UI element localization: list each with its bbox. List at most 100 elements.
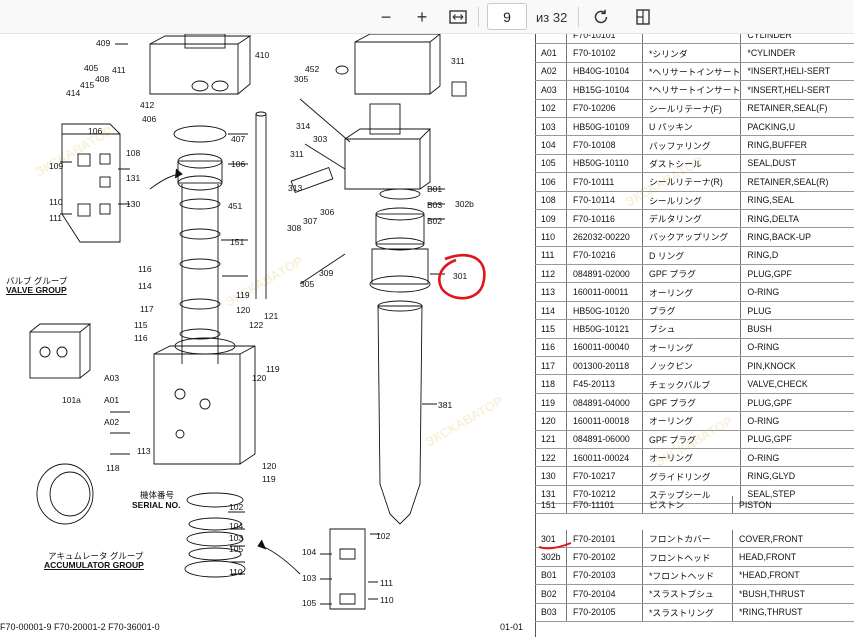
part-name-cell: RING,D [740,246,854,266]
fit-width-button[interactable] [445,4,471,30]
table-row: A03 HB15G-10104 *ヘリサートインサート *INSERT,HELI-SE… [535,80,854,100]
callout-label: 302b [455,199,474,209]
part-name-jp-cell: D リング [642,246,742,266]
part-number-cell: 103 [535,117,567,137]
callout-label: 119 [236,290,250,300]
callout-label: 305 [294,74,309,84]
callout-label: A02 [104,417,120,427]
callout-label: A01 [104,395,120,405]
callout-label: 305 [300,279,315,289]
callout-label: 104 [302,547,317,557]
part-name-jp-cell: グライドリング [642,466,742,486]
table-row: B01 F70-20103 *フロントヘッド *HEAD,FRONT [535,566,854,586]
callout-label: 113 [137,446,151,456]
part-code-cell: HB50G-10121 [566,319,643,339]
exploded-parts-diagram: 409 405 415 408 411 414 412 406 410 106 … [0,34,535,637]
part-code-cell: F70-20101 [566,530,643,549]
part-name-jp-cell: *ヘリサートインサート [642,62,742,82]
part-number-cell: 120 [535,411,567,431]
callout-label: 106 [231,159,246,169]
part-number-cell: A03 [535,80,567,100]
callout-label: 108 [126,148,141,158]
page-view-button[interactable] [630,4,656,30]
part-code-cell: 160011-00011 [566,282,643,302]
part-name-jp-cell: ピストン [642,496,733,515]
part-code-cell: 160011-00024 [566,448,643,468]
parts-table-upper: F70-10101 CYLINDER A01 F70-10102 *シリンダ *CYLIN… [535,34,854,505]
part-code-cell: F70-20103 [566,566,643,586]
part-number-cell: B01 [535,566,567,586]
table-row: 110 262032-00220 バックアップリング RING,BACK-UP [535,227,854,247]
accumulator-label: ACCUMULATOR GROUP [44,560,144,570]
part-code-cell: HB15G-10104 [566,80,643,100]
callout-label: 303 [313,134,328,144]
table-row: 121 084891-06000 GPF プラグ PLUG,GPF [535,430,854,449]
part-code-cell: F70-11101 [566,496,643,515]
page-view-icon [636,9,650,25]
callout-label: 102 [376,531,391,541]
minus-icon: − [380,7,392,27]
part-number-cell: A02 [535,62,567,82]
table-row: 151 F70-11101 ピストン PISTON [535,496,854,515]
part-name-cell: HEAD,FRONT [732,547,854,567]
callout-label: 118 [106,463,120,473]
part-code-cell: 001300-20118 [566,356,643,376]
part-code-cell: F70-10217 [566,466,643,486]
callout-label: 406 [142,114,157,124]
table-row: 116 160011-00040 オーリング O-RING [535,338,854,358]
callout-label: 122 [249,320,264,330]
part-code-cell: F70-10116 [566,209,643,229]
rotate-button[interactable] [588,4,614,30]
part-name-cell: O-RING [740,282,854,302]
part-name-jp-cell: オーリング [642,282,742,302]
part-name-jp-cell [642,34,742,45]
part-name-cell: *HEAD,FRONT [732,566,854,586]
part-number-cell: 114 [535,301,567,321]
callout-label: 313 [288,183,303,193]
table-row: 120 160011-00018 オーリング O-RING [535,411,854,431]
page-count-label: из 32 [536,10,568,25]
part-name-cell: RETAINER,SEAL(R) [740,172,854,192]
footer-page-ref: 01-01 [500,622,524,632]
table-row: B03 F70-20105 *スラストリング *RING,THRUST [535,603,854,622]
part-number-cell: A01 [535,43,567,63]
part-name-jp-cell: フロントヘッド [642,547,733,567]
part-number-cell: 130 [535,466,567,486]
table-row: 115 HB50G-10121 ブシュ BUSH [535,319,854,339]
zoom-out-button[interactable]: − [373,4,399,30]
table-row: 119 084891-04000 GPF プラグ PLUG,GPF [535,393,854,413]
part-name-cell: O-RING [740,338,854,358]
valve-group-label: VALVE GROUP [6,285,67,295]
callout-label: 151 [230,237,245,247]
table-row: 103 HB50G-10109 U パッキン PACKING,U [535,117,854,137]
callout-label: B01 [427,184,443,194]
callout-label: 109 [49,161,64,171]
document-page: ЭКСКАВАТОР ЭКСКАВАТОР ЭКСКАВАТОР ЭКСКАВА… [0,34,854,637]
part-number-cell: 121 [535,430,567,449]
callout-label: 105 [229,544,244,554]
part-name-jp-cell: オーリング [642,411,742,431]
callout-label: 103 [229,533,244,543]
part-number-cell: 111 [535,246,567,266]
part-number-cell: 106 [535,172,567,192]
part-name-jp-cell: ノックピン [642,356,742,376]
part-code-cell: F70-10216 [566,246,643,266]
part-name-cell: O-RING [740,411,854,431]
page-number-input[interactable]: 9 [487,3,527,30]
part-code-cell: HB40G-10104 [566,62,643,82]
part-name-jp-cell: シールリテーナ(F) [642,99,742,118]
part-name-jp-cell: バッファリング [642,135,742,155]
part-name-cell: *INSERT,HELI-SERT [740,80,854,100]
zoom-in-button[interactable]: + [409,4,435,30]
part-number-cell: 151 [535,496,567,515]
part-name-jp-cell: オーリング [642,338,742,358]
toolbar-divider [578,7,579,27]
part-code-cell: 160011-00040 [566,338,643,358]
table-row: 301 F70-20101 フロントカバー COVER,FRONT [535,530,854,549]
callout-label: 116 [134,333,148,343]
rotate-icon [594,9,608,24]
callout-label: 381 [438,400,453,410]
table-row: 106 F70-10111 シールリテーナ(R) RETAINER,SEAL(R) [535,172,854,192]
part-number-cell: B03 [535,603,567,622]
part-number-cell: 108 [535,191,567,210]
